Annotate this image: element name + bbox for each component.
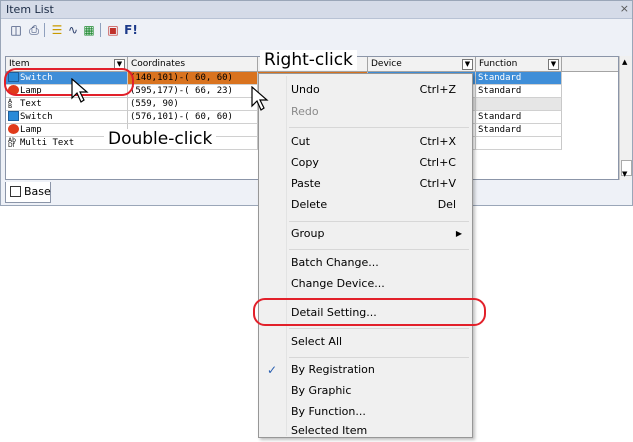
column-header-device-label: Device — [371, 59, 402, 69]
coordinates-cell[interactable]: (595,177)-( 66, 23) — [128, 85, 258, 98]
function-cell[interactable]: Standard — [476, 111, 562, 124]
function-cell[interactable] — [476, 98, 562, 111]
menu-separator — [289, 357, 469, 358]
menu-item-redo[interactable]: Redo — [259, 101, 472, 123]
check-icon: ✓ — [267, 363, 278, 377]
double-click-callout: Double-click — [104, 129, 217, 149]
vertical-scrollbar[interactable]: ▲ ▼ — [619, 56, 632, 180]
function-cell[interactable]: Standard — [476, 72, 562, 85]
menu-item-group[interactable]: Group ▶ — [259, 223, 472, 245]
list-view-icon[interactable]: ☰ — [50, 23, 64, 37]
menu-item-delete[interactable]: Delete Del — [259, 194, 472, 216]
menu-separator — [289, 328, 469, 329]
menu-item-by-graphic[interactable]: By Graphic — [259, 380, 472, 402]
coordinates-cell[interactable]: (576,101)-( 60, 60) — [128, 111, 258, 124]
filter-dropdown-icon[interactable]: ▼ — [548, 59, 559, 70]
menu-item-copy[interactable]: Copy Ctrl+C — [259, 152, 472, 174]
submenu-arrow-icon: ▶ — [455, 229, 462, 238]
menu-item-label: Paste — [291, 177, 321, 190]
menu-item-by-registration[interactable]: ✓ By Registration — [259, 359, 472, 381]
function-icon[interactable]: F! — [124, 23, 138, 37]
column-header-device[interactable]: Device ▼ — [368, 57, 476, 71]
function-cell[interactable]: Standard — [476, 85, 562, 98]
right-click-callout: Right-click — [260, 50, 357, 70]
menu-item-label: Redo — [291, 105, 319, 118]
device-icon[interactable]: ▣ — [106, 23, 120, 37]
menu-item-shortcut: Ctrl+C — [419, 156, 456, 169]
menu-separator — [289, 249, 469, 250]
cursor-arrow-icon — [251, 86, 269, 111]
toolbar-separator — [44, 23, 45, 37]
menu-item-label: Select All — [291, 335, 343, 348]
menu-item-label: Copy — [291, 156, 319, 169]
menu-item-selected-item[interactable]: Selected Item — [259, 420, 472, 442]
menu-item-label: Batch Change... — [291, 256, 379, 269]
menu-item-label: Selected Item — [291, 424, 368, 437]
tab-base-label: Base — [24, 185, 51, 198]
toolbar-separator — [100, 23, 101, 37]
menu-item-label: Delete — [291, 198, 328, 211]
menu-item-shortcut: Ctrl+X — [419, 135, 456, 148]
menu-item-label: By Registration — [291, 363, 375, 376]
wave-icon[interactable]: ∿ — [66, 23, 80, 37]
column-header-coordinates[interactable]: Coordinates — [128, 57, 258, 71]
menu-item-undo[interactable]: Undo Ctrl+Z — [259, 79, 472, 101]
context-menu: Undo Ctrl+Z Redo Cut Ctrl+X Copy Ctrl+C … — [258, 73, 473, 438]
item-cell[interactable]: A B Text — [6, 98, 128, 111]
preview-icon[interactable]: ◫ — [9, 23, 23, 37]
multi-text-icon: Ab Df — [8, 137, 16, 149]
menu-item-cut[interactable]: Cut Ctrl+X — [259, 131, 472, 153]
title-bar: Item List × — [1, 1, 632, 19]
function-cell[interactable] — [476, 137, 562, 150]
menu-item-shortcut: Del — [437, 198, 456, 211]
menu-item-paste[interactable]: Paste Ctrl+V — [259, 173, 472, 195]
filter-dropdown-icon[interactable]: ▼ — [462, 59, 473, 70]
lamp-icon — [8, 124, 19, 134]
toolbar: ◫ ⎙ ☰ ∿ ▦ ▣ F! — [1, 19, 632, 41]
switch-highlight-oval — [4, 68, 134, 96]
column-header-function[interactable]: Function ▼ — [476, 57, 562, 71]
coordinates-cell[interactable]: (140,101)-( 60, 60) — [128, 72, 258, 85]
close-icon[interactable]: × — [620, 2, 629, 15]
menu-item-shortcut: Ctrl+Z — [419, 83, 456, 96]
column-header-coordinates-label: Coordinates — [131, 59, 186, 69]
detail-setting-highlight-oval — [253, 298, 486, 326]
menu-item-batch-change[interactable]: Batch Change... — [259, 252, 472, 274]
function-cell[interactable]: Standard — [476, 124, 562, 137]
scroll-up-icon[interactable]: ▲ — [622, 58, 627, 66]
grid-icon[interactable]: ▦ — [82, 23, 96, 37]
scroll-down-icon[interactable]: ▼ — [622, 170, 627, 178]
menu-item-label: Group — [291, 227, 325, 240]
text-icon: AB — [8, 98, 13, 110]
menu-item-label: Cut — [291, 135, 310, 148]
item-name: Switch — [20, 112, 53, 122]
item-cell[interactable]: Switch — [6, 111, 128, 124]
menu-item-change-device[interactable]: Change Device... — [259, 273, 472, 295]
menu-separator — [289, 127, 469, 128]
column-header-function-label: Function — [479, 59, 518, 69]
item-name: Lamp — [20, 125, 42, 135]
screen-icon — [10, 186, 21, 197]
menu-item-select-all[interactable]: Select All — [259, 331, 472, 353]
switch-icon — [8, 111, 19, 121]
window-title: Item List — [6, 3, 54, 16]
item-name: Text — [20, 99, 42, 109]
menu-item-label: Undo — [291, 83, 320, 96]
item-name: Multi Text — [20, 138, 75, 148]
tab-base[interactable]: Base — [5, 182, 51, 203]
print-icon[interactable]: ⎙ — [27, 23, 41, 37]
cursor-arrow-icon — [71, 78, 89, 103]
menu-separator — [289, 221, 469, 222]
menu-item-label: By Graphic — [291, 384, 352, 397]
menu-item-shortcut: Ctrl+V — [419, 177, 456, 190]
coordinates-cell[interactable]: (559, 90) — [128, 98, 258, 111]
menu-item-label: Change Device... — [291, 277, 385, 290]
